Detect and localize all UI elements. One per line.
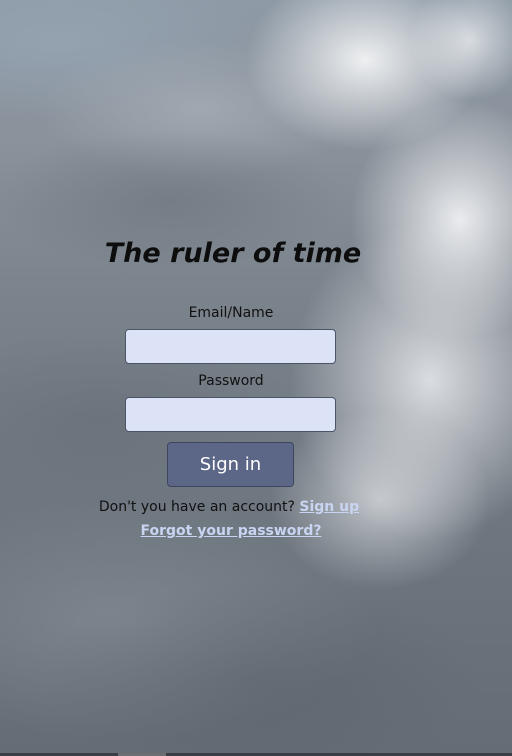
email-field[interactable]: [125, 329, 336, 364]
account-prompt-line: Don't you have an account? Sign up: [0, 499, 458, 515]
page-title: The ruler of time: [104, 238, 362, 269]
sign-up-link[interactable]: Sign up: [299, 499, 359, 515]
sign-in-button[interactable]: Sign in: [167, 442, 294, 487]
password-label: Password: [198, 373, 264, 389]
password-field[interactable]: [125, 397, 336, 432]
account-prompt-text: Don't you have an account?: [98, 499, 300, 515]
login-page: { "page": { "title": "The ruler of time"…: [0, 0, 512, 756]
forgot-password-link[interactable]: Forgot your password?: [0, 523, 462, 539]
email-label: Email/Name: [188, 305, 274, 321]
